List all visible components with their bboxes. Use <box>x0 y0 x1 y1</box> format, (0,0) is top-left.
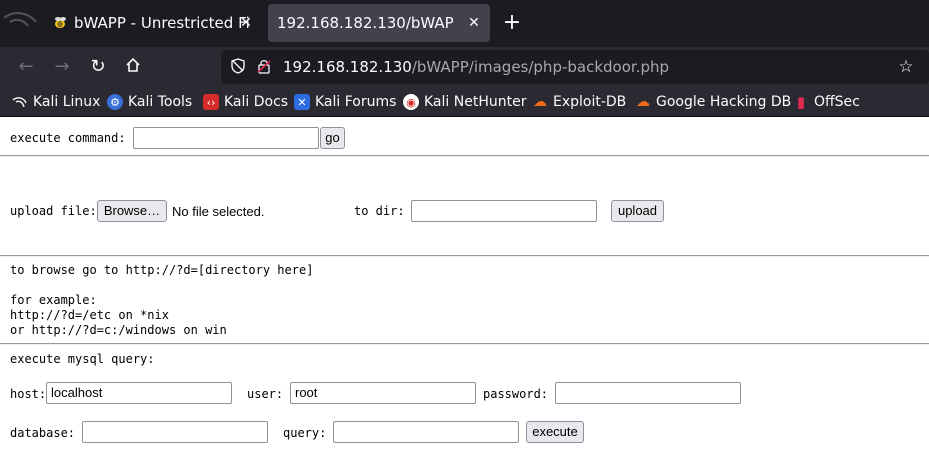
tracking-protection-icon[interactable] <box>229 58 247 76</box>
navigation-bar: ← → ↻ 192.168.182.130/bWAPP/images/php-b… <box>0 47 929 87</box>
page-content: execute command: go upload file: Browse…… <box>0 117 929 456</box>
insecure-lock-icon[interactable] <box>255 58 273 76</box>
browse-button[interactable]: Browse… <box>97 200 167 222</box>
url-text: 192.168.182.130/bWAPP/images/php-backdoo… <box>283 58 669 76</box>
bookmark-offsec[interactable]: ▮ OffSec <box>793 92 860 112</box>
password-input[interactable] <box>555 382 741 404</box>
go-button[interactable]: go <box>320 127 345 149</box>
upload-file-label: upload file: <box>10 204 97 218</box>
tab-bwapp[interactable]: bWAPP - Unrestricted File ✕ <box>44 4 262 42</box>
database-input[interactable] <box>82 421 268 443</box>
user-input[interactable]: root <box>290 382 476 404</box>
bookmark-kali-docs[interactable]: ‹› Kali Docs <box>203 92 288 112</box>
example-label: for example: <box>10 293 97 307</box>
example-win-text: or http://?d=c:/windows on win <box>10 323 227 337</box>
tab-title: 192.168.182.130/bWAPP/ima <box>277 14 453 32</box>
divider <box>0 155 929 157</box>
bookmark-label: Google Hacking DB <box>656 94 792 110</box>
divider <box>0 343 929 345</box>
kali-tools-icon: ⚙ <box>107 94 123 110</box>
example-nix-text: http://?d=/etc on *nix <box>10 308 169 322</box>
kali-docs-icon: ‹› <box>203 94 219 110</box>
bookmark-star-icon[interactable]: ☆ <box>897 58 915 76</box>
kali-dragon-icon <box>0 0 44 47</box>
to-dir-label: to dir: <box>354 204 405 218</box>
bee-icon <box>52 15 68 31</box>
bookmark-label: Kali Docs <box>224 94 289 110</box>
tab-php-backdoor[interactable]: 192.168.182.130/bWAPP/ima ✕ <box>268 4 490 42</box>
bookmark-kali-nethunter[interactable]: ◉ Kali NetHunter <box>403 92 526 112</box>
exploit-db-icon: ☁ <box>533 94 547 110</box>
forward-icon[interactable]: → <box>51 56 73 78</box>
kali-dragon-icon <box>12 94 28 110</box>
database-label: database: <box>10 426 76 440</box>
tab-strip: bWAPP - Unrestricted File ✕ 192.168.182.… <box>0 0 929 47</box>
reload-icon[interactable]: ↻ <box>87 56 109 78</box>
divider <box>0 255 929 257</box>
bookmark-label: Exploit-DB <box>553 94 627 110</box>
bookmark-kali-forums[interactable]: ✕ Kali Forums <box>294 92 396 112</box>
home-icon[interactable] <box>122 56 144 78</box>
url-bar[interactable]: 192.168.182.130/bWAPP/images/php-backdoo… <box>221 50 929 84</box>
upload-button[interactable]: upload <box>611 200 664 222</box>
bookmark-label: Kali Forums <box>315 94 397 110</box>
host-input[interactable]: localhost <box>46 382 232 404</box>
bookmark-label: Kali NetHunter <box>424 94 527 110</box>
bookmarks-toolbar: Kali Linux ⚙ Kali Tools ‹› Kali Docs ✕ K… <box>0 87 929 117</box>
bookmark-label: Kali Linux <box>33 94 101 110</box>
host-label: host: <box>10 387 47 401</box>
bookmark-label: Kali Tools <box>128 94 193 110</box>
command-input[interactable] <box>133 127 319 149</box>
url-path: /bWAPP/images/php-backdoor.php <box>411 58 670 76</box>
new-tab-icon[interactable]: + <box>500 11 524 35</box>
query-input[interactable] <box>333 421 519 443</box>
google-hacking-db-icon: ☁ <box>636 94 650 110</box>
browse-info-text: to browse go to http://?d=[directory her… <box>10 263 314 277</box>
mysql-query-label: execute mysql query: <box>10 352 155 366</box>
kali-forums-icon: ✕ <box>294 94 310 110</box>
bookmark-google-hacking-db[interactable]: ☁ Google Hacking DB <box>635 92 791 112</box>
bookmark-exploit-db[interactable]: ☁ Exploit-DB <box>532 92 626 112</box>
offsec-icon: ▮ <box>796 93 806 111</box>
user-label: user: <box>247 387 284 401</box>
url-host: 192.168.182.130 <box>283 58 412 76</box>
to-dir-input[interactable] <box>411 200 597 222</box>
bookmark-label: OffSec <box>814 94 860 110</box>
execute-button[interactable]: execute <box>526 421 584 443</box>
tab-title: bWAPP - Unrestricted File <box>74 14 250 32</box>
back-icon[interactable]: ← <box>15 56 37 78</box>
kali-nethunter-icon: ◉ <box>403 94 419 110</box>
execute-command-label: execute command: <box>10 131 126 145</box>
query-label: query: <box>283 426 327 440</box>
no-file-selected-text: No file selected. <box>172 204 265 219</box>
password-label: password: <box>483 387 549 401</box>
close-tab-icon[interactable]: ✕ <box>236 13 256 33</box>
bookmark-kali-tools[interactable]: ⚙ Kali Tools <box>107 92 192 112</box>
bookmark-kali-linux[interactable]: Kali Linux <box>12 92 100 112</box>
close-tab-icon[interactable]: ✕ <box>464 13 484 33</box>
